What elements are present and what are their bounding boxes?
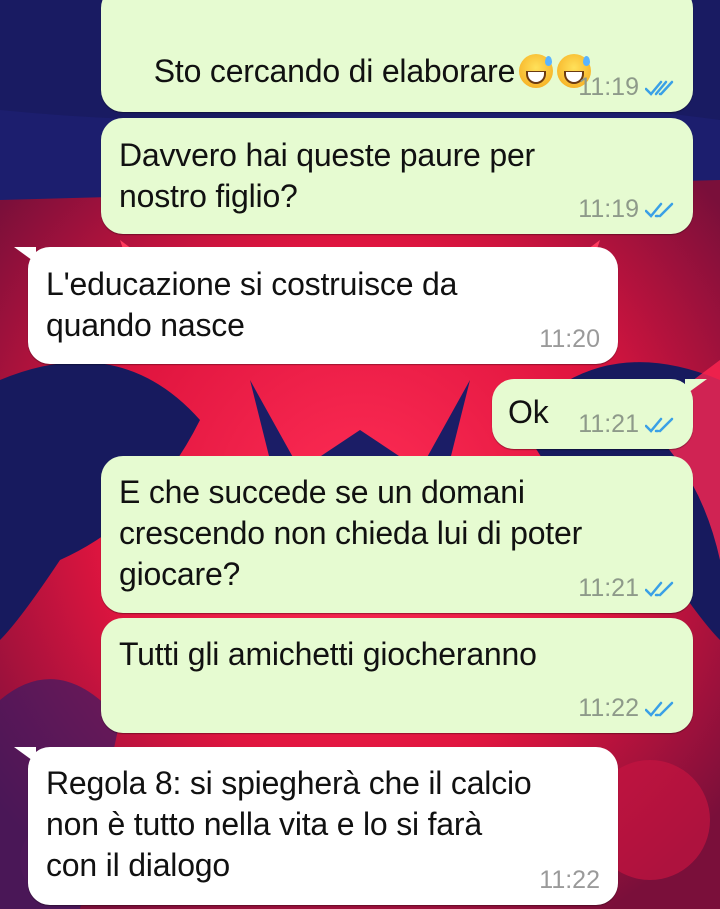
message-text: Regola 8: si spiegherà che il calcio non… <box>46 765 532 883</box>
message-time: 11:21 <box>578 410 639 438</box>
message-meta: 11:22 <box>539 866 600 895</box>
double-check-read-icon <box>645 202 674 218</box>
double-check-read-icon <box>645 417 674 433</box>
message-time: 11:21 <box>578 574 639 602</box>
message-text: Sto cercando di elaborare <box>153 53 516 89</box>
message-meta: 11:22 <box>578 694 675 723</box>
message-meta: 11:19 <box>578 73 675 102</box>
message-time: 11:20 <box>539 325 600 353</box>
message-bubble-outgoing[interactable]: Tutti gli amichetti giocheranno 11:22 <box>101 618 693 733</box>
message-time: 11:22 <box>578 694 639 722</box>
double-check-read-icon <box>645 581 674 597</box>
double-check-read-icon <box>645 80 674 96</box>
message-meta: 11:21 <box>578 574 675 603</box>
message-meta: 11:21 <box>578 410 675 439</box>
bubble-tail <box>14 747 36 763</box>
message-meta: 11:20 <box>539 325 600 354</box>
message-meta: 11:19 <box>578 195 675 224</box>
message-text: Tutti gli amichetti giocheranno <box>119 636 537 672</box>
message-bubble-outgoing[interactable]: Sto cercando di elaborare 11:19 <box>101 0 693 112</box>
message-bubble-outgoing[interactable]: Davvero hai queste paure per nostro figl… <box>101 118 693 234</box>
message-bubble-outgoing[interactable]: E che succede se un domani crescendo non… <box>101 456 693 613</box>
bubble-tail <box>14 247 36 263</box>
double-check-read-icon <box>645 701 674 717</box>
message-text: L'educazione si costruisce da quando nas… <box>46 266 458 343</box>
message-bubble-incoming[interactable]: L'educazione si costruisce da quando nas… <box>14 247 618 364</box>
grinning-sweat-emoji <box>519 54 554 88</box>
message-bubble-incoming[interactable]: Regola 8: si spiegherà che il calcio non… <box>14 747 618 905</box>
bubble-tail <box>685 379 707 395</box>
message-time: 11:22 <box>539 866 600 894</box>
message-bubble-outgoing[interactable]: Ok 11:21 <box>492 379 707 449</box>
message-time: 11:19 <box>578 73 639 101</box>
message-time: 11:19 <box>578 195 639 223</box>
